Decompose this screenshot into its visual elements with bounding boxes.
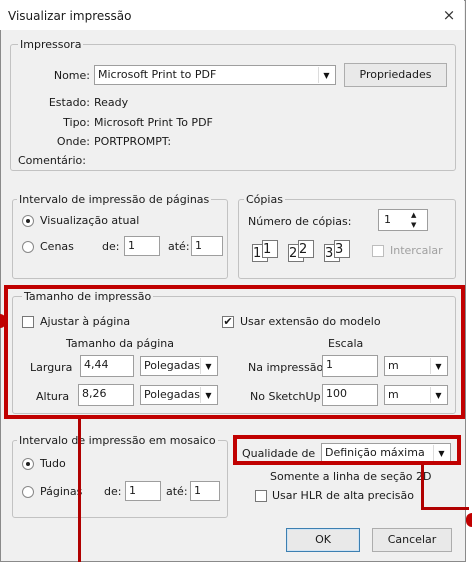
tiled-pages-label: Páginas <box>40 485 83 498</box>
printer-status-label: Estado: <box>48 96 90 109</box>
annotation-leader-quality-right <box>421 507 469 510</box>
copies-count-label: Número de cópias: <box>248 215 352 228</box>
chevron-down-icon[interactable]: ▼ <box>318 67 334 83</box>
page-icon-label: 3 <box>335 242 344 257</box>
annotation-leader-vertical <box>78 419 81 562</box>
tiled-to-input[interactable]: 1 <box>190 481 220 501</box>
page-icon-1b: 1 <box>262 240 278 258</box>
high-precision-hlr-label: Usar HLR de alta precisão <box>272 489 415 502</box>
page-icon-3b: 3 <box>334 240 350 258</box>
printer-group-legend: Impressora <box>18 38 84 51</box>
tiled-all-radio[interactable] <box>22 458 34 470</box>
scenes-to-label: até: <box>168 240 190 253</box>
tiled-from-label: de: <box>104 485 122 498</box>
tiled-pages-radio[interactable] <box>22 486 34 498</box>
page-icon-2b: 2 <box>298 240 314 258</box>
tiled-from-input[interactable]: 1 <box>125 481 161 501</box>
printer-where-value: PORTPROMPT: <box>94 135 172 148</box>
current-view-radio[interactable] <box>22 215 34 227</box>
printer-name-label: Nome: <box>53 69 90 82</box>
scenes-radio[interactable] <box>22 241 34 253</box>
spin-up-icon[interactable]: ▲ <box>411 211 416 219</box>
copies-count-value: 1 <box>384 213 391 226</box>
scenes-label: Cenas <box>40 240 74 253</box>
quality-highlight-box <box>233 435 461 465</box>
printer-name-value: Microsoft Print to PDF <box>98 68 217 81</box>
page-icon-label: 2 <box>289 246 298 261</box>
print-size-highlight-box <box>4 285 465 419</box>
page-icon-label: 1 <box>263 242 272 257</box>
page-icon-label: 1 <box>253 246 262 261</box>
spin-down-icon[interactable]: ▼ <box>411 221 416 229</box>
printer-type-value: Microsoft Print To PDF <box>94 116 213 129</box>
high-precision-hlr-checkbox[interactable] <box>255 490 267 502</box>
ok-button[interactable]: OK <box>286 528 360 552</box>
collate-checkbox[interactable] <box>372 245 384 257</box>
annotation-leader-quality-down <box>421 465 424 509</box>
tiled-range-group <box>12 440 228 518</box>
close-icon[interactable]: × <box>440 6 458 24</box>
printer-where-label: Onde: <box>56 135 90 148</box>
scenes-to-input[interactable]: 1 <box>191 236 223 256</box>
scenes-from-label: de: <box>102 240 120 253</box>
current-view-label: Visualização atual <box>40 214 140 227</box>
tiled-all-label: Tudo <box>40 457 66 470</box>
printer-comment-label: Comentário: <box>18 154 86 167</box>
printer-type-label: Tipo: <box>63 116 90 129</box>
tiled-to-label: até: <box>166 485 188 498</box>
copies-count-spinner[interactable]: 1 ▲ ▼ <box>378 209 428 231</box>
annotation-marker-right <box>466 513 472 527</box>
properties-button[interactable]: Propriedades <box>344 63 447 87</box>
page-icon-label: 3 <box>325 246 334 261</box>
collate-label: Intercalar <box>390 244 443 257</box>
scenes-from-input[interactable]: 1 <box>124 236 160 256</box>
cancel-button[interactable]: Cancelar <box>372 528 452 552</box>
printer-status-value: Ready <box>94 96 129 109</box>
collate-pages-icon: 1 1 2 2 3 3 <box>250 240 354 266</box>
window-title: Visualizar impressão <box>8 9 132 23</box>
page-icon-label: 2 <box>299 242 308 257</box>
tiled-range-legend: Intervalo de impressão em mosaico <box>17 434 218 447</box>
section-line-only-label: Somente a linha de seção 2D <box>270 470 432 483</box>
copies-legend: Cópias <box>244 193 285 206</box>
printer-name-select[interactable]: Microsoft Print to PDF ▼ <box>94 65 336 85</box>
page-range-legend: Intervalo de impressão de páginas <box>17 193 212 206</box>
